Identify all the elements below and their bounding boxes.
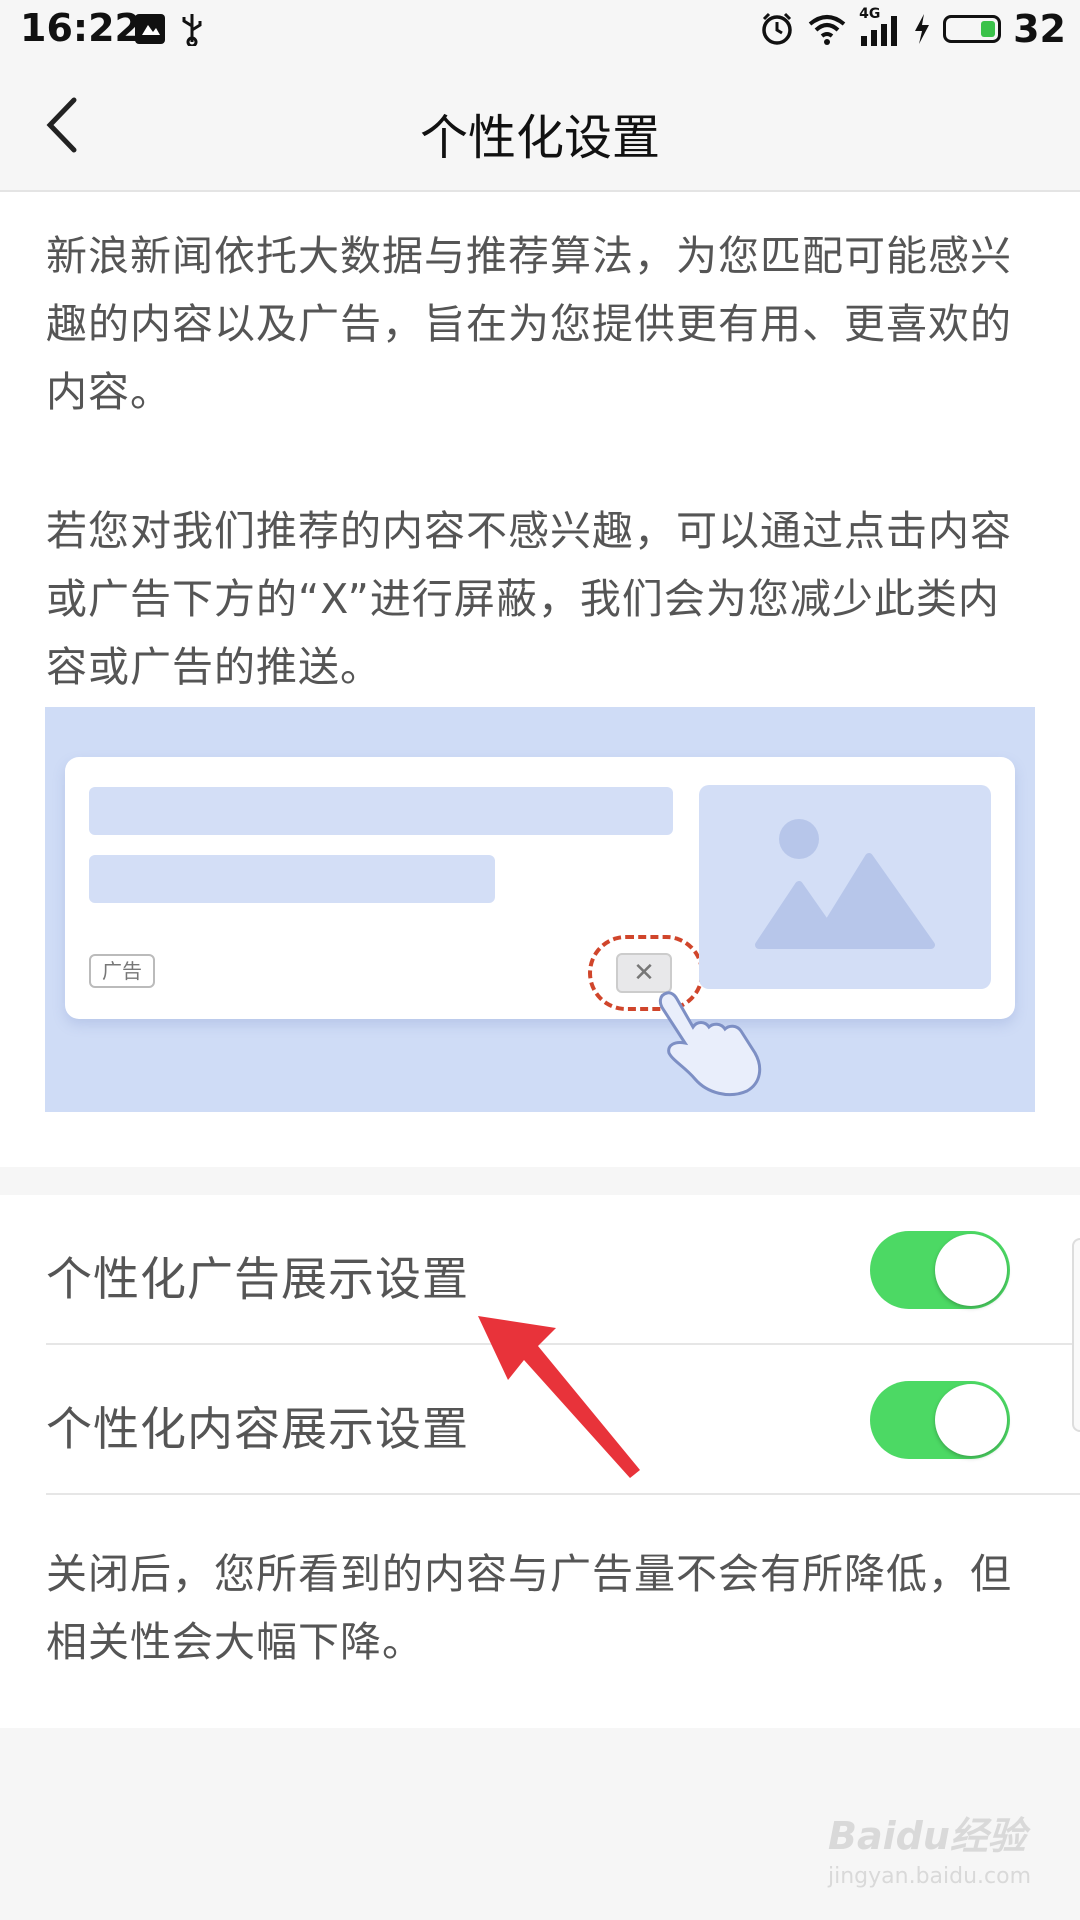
placeholder-text-line bbox=[89, 787, 673, 835]
wifi-icon bbox=[808, 15, 846, 45]
gallery-icon bbox=[135, 14, 165, 44]
content-personalization-label: 个性化内容展示设置 bbox=[46, 1402, 469, 1456]
watermark: Baidu经验 jingyan.baidu.com bbox=[828, 1805, 1058, 1905]
status-bar: 16:22 4G 32 bbox=[0, 0, 1080, 60]
status-time: 16:22 bbox=[20, 6, 141, 50]
scrollbar[interactable] bbox=[1072, 1238, 1080, 1432]
image-placeholder bbox=[699, 785, 991, 989]
settings-footnote: 关闭后，您所看到的内容与广告量不会有所降低，但相关性会大幅下降。 bbox=[46, 1550, 1012, 1666]
annotation-arrow-icon bbox=[478, 1316, 640, 1478]
nav-header: 个性化设置 bbox=[0, 60, 1080, 192]
watermark-main: Baidu经验 bbox=[828, 1814, 1026, 1858]
network-label: 4G bbox=[859, 6, 881, 22]
image-icon bbox=[755, 819, 935, 949]
battery-level: 32 bbox=[1013, 7, 1066, 51]
usb-icon bbox=[182, 14, 202, 46]
pointer-hand-icon bbox=[658, 991, 762, 1096]
feedback-illustration: 广告 ✕ bbox=[45, 707, 1035, 1112]
page-title: 个性化设置 bbox=[419, 110, 660, 166]
intro-section: 新浪新闻依托大数据与推荐算法，为您匹配可能感兴趣的内容以及广告，旨在为您提供更有… bbox=[0, 192, 1080, 1167]
content-personalization-toggle[interactable] bbox=[870, 1381, 1010, 1459]
divider bbox=[46, 1493, 1080, 1495]
ad-tag: 广告 bbox=[89, 954, 155, 988]
toggle-knob bbox=[935, 1384, 1007, 1456]
status-left-icons bbox=[134, 12, 204, 46]
alarm-icon bbox=[762, 12, 792, 45]
signal-4g-icon: 4G bbox=[859, 6, 901, 48]
charging-icon bbox=[915, 14, 930, 44]
placeholder-text-line bbox=[89, 855, 495, 903]
watermark-sub: jingyan.baidu.com bbox=[828, 1864, 1032, 1889]
toggle-knob bbox=[935, 1234, 1007, 1306]
ad-personalization-toggle[interactable] bbox=[870, 1231, 1010, 1309]
intro-paragraph-2: 若您对我们推荐的内容不感兴趣，可以通过点击内容或广告下方的“X”进行屏蔽，我们会… bbox=[46, 507, 1012, 691]
status-right-icons: 4G 32 bbox=[759, 6, 1066, 52]
intro-paragraph-1: 新浪新闻依托大数据与推荐算法，为您匹配可能感兴趣的内容以及广告，旨在为您提供更有… bbox=[46, 232, 1012, 416]
illustration-card: 广告 ✕ bbox=[65, 757, 1015, 1019]
battery-icon bbox=[943, 15, 1002, 43]
ad-personalization-label: 个性化广告展示设置 bbox=[46, 1252, 469, 1306]
